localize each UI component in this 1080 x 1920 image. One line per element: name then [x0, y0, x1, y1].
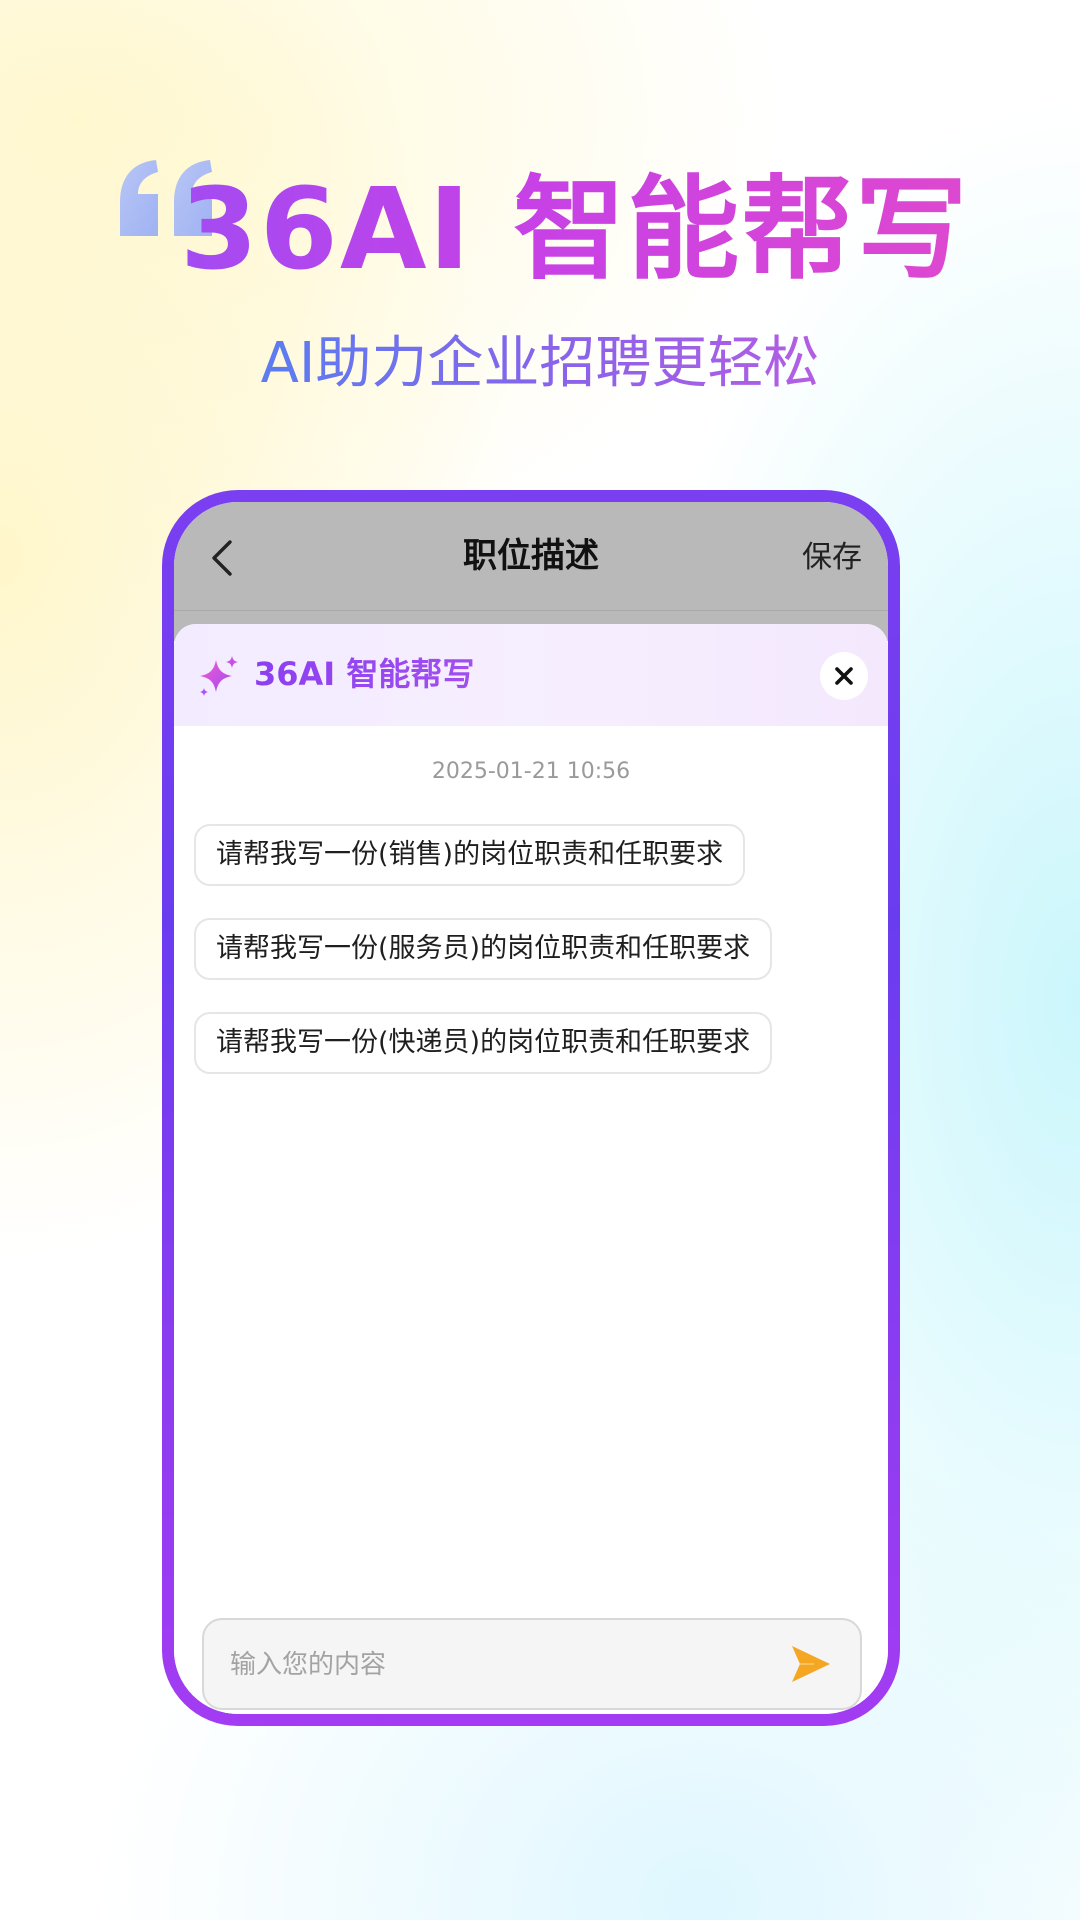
- phone-frame: 职位描述 保存 36AI 智能帮写 2025-01-21 10:56 请帮我写一…: [162, 490, 900, 1726]
- phone-screen: 职位描述 保存 36AI 智能帮写 2025-01-21 10:56 请帮我写一…: [174, 502, 888, 1714]
- sparkle-icon: [200, 656, 238, 696]
- close-icon: [835, 667, 853, 685]
- page-title: 职位描述: [463, 536, 599, 576]
- hero-subtitle-text: AI助力企业招聘更轻松: [260, 331, 820, 396]
- ai-assistant-sheet: 36AI 智能帮写 2025-01-21 10:56 请帮我写一份(销售)的岗位…: [174, 624, 888, 1714]
- ai-sheet-title: 36AI 智能帮写: [254, 652, 474, 696]
- suggestion-chip-waiter[interactable]: 请帮我写一份(服务员)的岗位职责和任职要求: [194, 918, 773, 980]
- suggestion-list: 请帮我写一份(销售)的岗位职责和任职要求 请帮我写一份(服务员)的岗位职责和任职…: [194, 824, 874, 1106]
- suggestion-chip-courier[interactable]: 请帮我写一份(快递员)的岗位职责和任职要求: [194, 1012, 773, 1074]
- ai-sheet-header: 36AI 智能帮写: [174, 624, 888, 726]
- send-icon[interactable]: [788, 1642, 832, 1686]
- close-button[interactable]: [820, 652, 868, 700]
- hero-title: 36AI 智能帮写: [180, 165, 970, 295]
- hero-subtitle: AI助力企业招聘更轻松: [0, 332, 1080, 396]
- save-button[interactable]: 保存: [802, 538, 862, 578]
- suggestion-chip-sales[interactable]: 请帮我写一份(销售)的岗位职责和任职要求: [194, 824, 746, 886]
- nav-bar: 职位描述 保存: [174, 502, 888, 611]
- chat-timestamp: 2025-01-21 10:56: [431, 759, 631, 784]
- message-input-box: [202, 1618, 862, 1710]
- message-input[interactable]: [228, 1642, 752, 1688]
